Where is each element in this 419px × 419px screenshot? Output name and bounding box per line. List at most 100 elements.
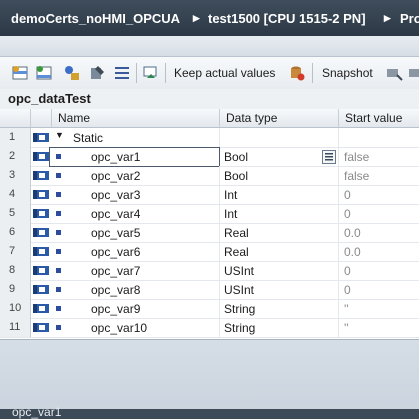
- tag-bullet-icon: [56, 154, 61, 159]
- block-title: opc_dataTest: [8, 91, 91, 106]
- table-row[interactable]: 9 opc_var8 USInt 0: [0, 280, 419, 300]
- db-tag-icon: [33, 228, 49, 237]
- table-cell[interactable]: [339, 299, 419, 318]
- start-value[interactable]: '': [344, 321, 349, 335]
- data-type[interactable]: Int: [224, 207, 237, 221]
- row-number[interactable]: 4: [0, 185, 31, 204]
- db-tag-icon: [33, 152, 49, 161]
- insert-row-icon[interactable]: [11, 64, 29, 82]
- variable-name[interactable]: opc_var5: [91, 226, 140, 240]
- data-type[interactable]: String: [224, 321, 255, 335]
- start-value[interactable]: false: [344, 169, 369, 183]
- table-cell[interactable]: [220, 128, 339, 147]
- start-value[interactable]: false: [344, 150, 369, 164]
- row-number[interactable]: 8: [0, 261, 31, 280]
- row-number[interactable]: 11: [0, 318, 31, 337]
- data-type[interactable]: USInt: [224, 264, 254, 278]
- type-list-button-icon[interactable]: [322, 150, 336, 164]
- table-row[interactable]: 3 opc_var2 Bool false: [0, 166, 419, 186]
- variable-name[interactable]: opc_var1: [91, 150, 140, 164]
- header-data-type[interactable]: Data type: [220, 109, 339, 128]
- table-cell[interactable]: [339, 128, 419, 147]
- variable-name[interactable]: opc_var8: [91, 283, 140, 297]
- status-text: opc_var1: [12, 405, 62, 419]
- edit-icon[interactable]: [88, 64, 106, 82]
- start-value[interactable]: '': [344, 302, 349, 316]
- monitor-all-icon[interactable]: [142, 64, 160, 82]
- db-tag-icon: [33, 209, 49, 218]
- tag-bullet-icon: [56, 192, 61, 197]
- data-type[interactable]: Real: [224, 245, 249, 259]
- tag-bullet-icon: [56, 287, 61, 292]
- variable-name[interactable]: opc_var6: [91, 245, 140, 259]
- data-type[interactable]: Bool: [224, 169, 248, 183]
- row-number[interactable]: 10: [0, 299, 31, 318]
- data-type[interactable]: USInt: [224, 283, 254, 297]
- breadcrumb-project[interactable]: demoCerts_noHMI_OPCUA: [11, 11, 180, 26]
- toolbar-separator: [165, 63, 166, 83]
- editor-tab-strip: [0, 36, 419, 57]
- monitor-icon[interactable]: [63, 64, 81, 82]
- list-icon[interactable]: [113, 64, 131, 82]
- variable-name[interactable]: opc_var4: [91, 207, 140, 221]
- database-load-icon[interactable]: [288, 64, 306, 82]
- data-type[interactable]: String: [224, 302, 255, 316]
- table-cell[interactable]: [339, 204, 419, 223]
- table-row[interactable]: 4 opc_var3 Int 0: [0, 185, 419, 205]
- table-cell[interactable]: [220, 185, 339, 204]
- start-value[interactable]: 0: [344, 283, 351, 297]
- header-start-value[interactable]: Start value: [339, 109, 419, 128]
- breadcrumb-separator-icon: ▸: [193, 10, 200, 25]
- table-cell[interactable]: [220, 204, 339, 223]
- variable-name[interactable]: opc_var3: [91, 188, 140, 202]
- row-number[interactable]: 6: [0, 223, 31, 242]
- snapshot-icon[interactable]: [385, 64, 403, 82]
- variable-name[interactable]: opc_var9: [91, 302, 140, 316]
- start-value[interactable]: 0.0: [344, 226, 361, 240]
- header-name[interactable]: Name: [52, 109, 220, 128]
- row-number[interactable]: 7: [0, 242, 31, 261]
- row-number[interactable]: 9: [0, 280, 31, 299]
- keep-actual-values-button[interactable]: Keep actual values: [174, 66, 275, 80]
- table-cell[interactable]: [339, 280, 419, 299]
- start-value[interactable]: 0.0: [344, 245, 361, 259]
- breadcrumb-next[interactable]: Pro: [400, 11, 419, 26]
- snapshot-button[interactable]: Snapshot: [322, 66, 373, 80]
- start-value[interactable]: 0: [344, 264, 351, 278]
- table-cell[interactable]: [339, 318, 419, 337]
- collapse-triangle-icon[interactable]: ▼: [55, 130, 64, 140]
- row-number[interactable]: 1: [0, 128, 31, 147]
- table-cell[interactable]: [339, 185, 419, 204]
- variable-name[interactable]: opc_var7: [91, 264, 140, 278]
- variable-name[interactable]: opc_var10: [91, 321, 147, 335]
- data-type[interactable]: Real: [224, 226, 249, 240]
- table-row[interactable]: 1 ▼ Static: [0, 128, 419, 148]
- table-row[interactable]: 7 opc_var6 Real 0.0: [0, 242, 419, 262]
- row-number[interactable]: 5: [0, 204, 31, 223]
- db-tag-icon: [33, 247, 49, 256]
- header-rownum: [0, 109, 31, 128]
- add-row-icon[interactable]: [35, 64, 53, 82]
- table-row[interactable]: 6 opc_var5 Real 0.0: [0, 223, 419, 243]
- db-tag-icon: [33, 190, 49, 199]
- db-tag-icon: [33, 266, 49, 275]
- row-number[interactable]: 2: [0, 147, 31, 166]
- db-tag-icon: [33, 323, 49, 332]
- data-type[interactable]: Int: [224, 188, 237, 202]
- table-row[interactable]: 10 opc_var9 String '': [0, 299, 419, 319]
- breadcrumb-device[interactable]: test1500 [CPU 1515-2 PN]: [208, 11, 366, 26]
- tag-bullet-icon: [56, 325, 61, 330]
- row-number[interactable]: 3: [0, 166, 31, 185]
- table-row[interactable]: 5 opc_var4 Int 0: [0, 204, 419, 224]
- tag-bullet-icon: [56, 249, 61, 254]
- start-value[interactable]: 0: [344, 207, 351, 221]
- table-row[interactable]: 8 opc_var7 USInt 0: [0, 261, 419, 281]
- table-row[interactable]: 2 opc_var1 Bool false: [0, 147, 419, 167]
- snapshot-copy-icon[interactable]: [407, 64, 419, 82]
- table-cell[interactable]: [339, 261, 419, 280]
- header-icon-col: [31, 109, 52, 128]
- table-row[interactable]: 11 opc_var10 String '': [0, 318, 419, 338]
- start-value[interactable]: 0: [344, 188, 351, 202]
- data-type[interactable]: Bool: [224, 150, 248, 164]
- variable-name[interactable]: opc_var2: [91, 169, 140, 183]
